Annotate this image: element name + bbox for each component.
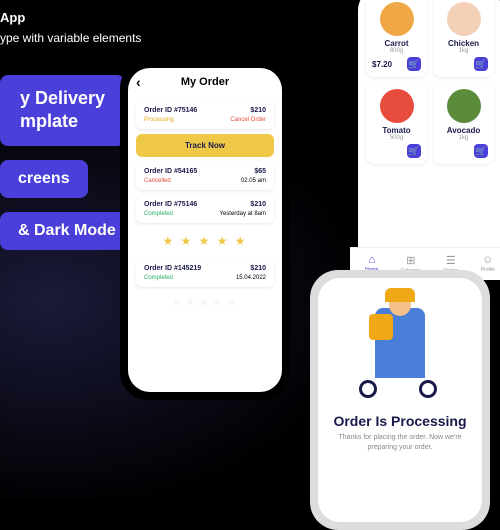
product-image [380, 2, 414, 36]
home-icon: ⌂ [365, 254, 378, 266]
cancel-order-link[interactable]: Cancel Order [230, 117, 266, 123]
courier-illustration [355, 308, 445, 398]
product-image [447, 89, 481, 123]
track-now-button[interactable]: Track Now [136, 134, 274, 157]
phone-processing: Order Is Processing Thanks for placing t… [310, 270, 490, 530]
product-name: Avocado [439, 126, 488, 135]
product-weight: 800g [372, 48, 421, 54]
product-card[interactable]: Chicken1kg 🛒 [433, 0, 494, 77]
order-card[interactable]: Order ID #75146$210 CompletedYesterday a… [136, 195, 274, 223]
status-badge: Completed [144, 275, 173, 281]
product-price: $7.20 [372, 60, 392, 69]
profile-icon: ☺ [481, 254, 495, 266]
phone-products: Carrot800g$7.20🛒Chicken1kg🛒Tomato500g🛒Av… [350, 0, 500, 280]
add-to-cart-button[interactable]: 🛒 [407, 57, 421, 71]
add-to-cart-button[interactable]: 🛒 [474, 144, 488, 158]
product-card[interactable]: Tomato500g 🛒 [366, 83, 427, 164]
category-icon: ⊞ [401, 254, 421, 267]
darkmode-pill: & Dark Mode [0, 212, 134, 250]
phone-my-order: ‹ My Order Order ID #75146$210 Processin… [120, 60, 290, 400]
status-badge: Cancelled [144, 178, 171, 184]
processing-subtitle: Thanks for placing the order. Now we're … [318, 433, 482, 453]
status-badge: Processing [144, 117, 174, 123]
back-icon[interactable]: ‹ [136, 74, 141, 90]
hero-title-pill: y Deliverymplate [0, 75, 125, 146]
product-weight: 1kg [439, 135, 488, 141]
hero-subtitle: ype with variable elements [0, 31, 141, 45]
rating-stars[interactable]: ★ ★ ★ ★ ★ [128, 228, 282, 254]
add-to-cart-button[interactable]: 🛒 [407, 144, 421, 158]
order-card[interactable]: Order ID #75146$210 ProcessingCancel Ord… [136, 101, 274, 129]
order-card[interactable]: Order ID #54165$65 Cancelled02.05 am [136, 162, 274, 190]
product-weight: 500g [372, 135, 421, 141]
orders-icon: ☰ [443, 254, 458, 267]
product-name: Carrot [372, 39, 421, 48]
processing-title: Order Is Processing [318, 413, 482, 429]
product-card[interactable]: Carrot800g $7.20 🛒 [366, 0, 427, 77]
tab-profile[interactable]: ☺Profile [481, 254, 495, 272]
add-to-cart-button[interactable]: 🛒 [474, 57, 488, 71]
product-card[interactable]: Avocado1kg 🛒 [433, 83, 494, 164]
page-title: My Order [181, 76, 229, 88]
product-image [447, 2, 481, 36]
screens-pill: creens [0, 160, 88, 198]
product-name: Chicken [439, 39, 488, 48]
product-image [380, 89, 414, 123]
status-badge: Completed [144, 211, 173, 217]
hero-app-label: App [0, 10, 141, 25]
rating-stars-empty[interactable]: ☆ ☆ ☆ ☆ ☆ [128, 292, 282, 313]
order-card[interactable]: Order ID #145219$210 Completed15.04.2022 [136, 259, 274, 287]
product-name: Tomato [372, 126, 421, 135]
product-weight: 1kg [439, 48, 488, 54]
